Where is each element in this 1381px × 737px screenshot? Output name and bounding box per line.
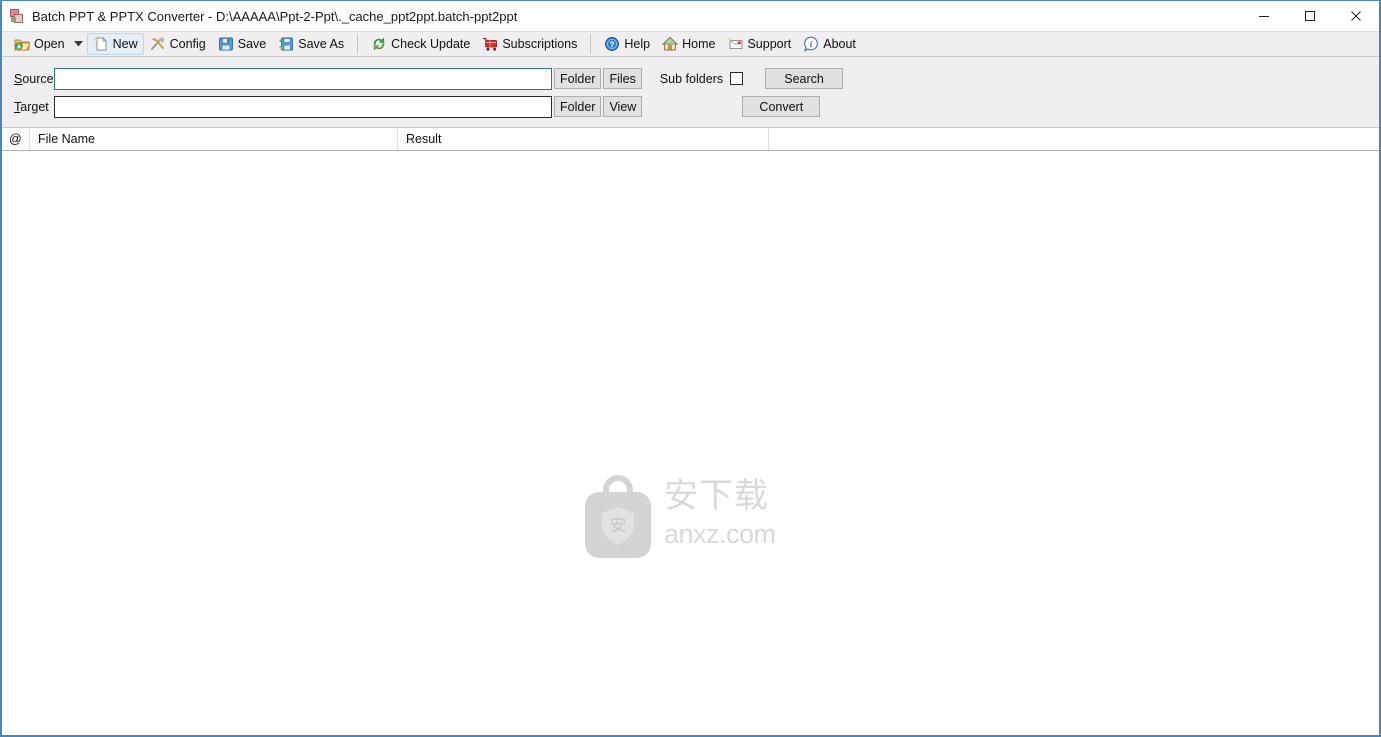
toolbar-button-about[interactable]: i About — [797, 33, 862, 55]
toolbar-label-home: Home — [682, 37, 716, 51]
floppy-disk-icon — [218, 36, 234, 52]
toolbar-button-save-as[interactable]: Save As — [272, 33, 350, 55]
toolbar-separator-2 — [590, 34, 592, 54]
watermark-cn-text: 安下载 — [664, 475, 769, 516]
new-document-icon — [92, 36, 109, 52]
watermark: 安 安下载 anxz.com — [582, 464, 798, 571]
toolbar: Open New Config Save Save As Check Updat… — [2, 31, 1379, 57]
toolbar-button-subscriptions[interactable]: Subscriptions — [476, 33, 583, 55]
toolbar-button-new[interactable]: New — [86, 33, 144, 55]
toolbar-label-save: Save — [237, 37, 267, 51]
source-input[interactable] — [54, 67, 552, 90]
window-title: Batch PPT & PPTX Converter - D:\AAAAA\Pp… — [32, 8, 518, 24]
column-header-file-name[interactable]: File Name — [30, 128, 398, 150]
open-folder-icon — [14, 36, 30, 52]
shopping-cart-icon — [482, 36, 498, 52]
search-button-slot: Search — [765, 68, 844, 89]
sub-folders-label: Sub folders — [659, 71, 724, 86]
toolbar-label-new: New — [112, 37, 138, 51]
toolbar-button-config[interactable]: Config — [144, 33, 212, 55]
file-list-header: @ File Name Result — [2, 128, 1379, 151]
close-icon[interactable] — [1333, 1, 1379, 31]
file-list-body[interactable]: 安 安下载 anxz.com — [2, 151, 1379, 735]
tools-icon — [150, 36, 166, 52]
column-header-at[interactable]: @ — [2, 128, 30, 150]
target-input[interactable] — [54, 95, 552, 118]
target-folder-button[interactable]: Folder — [554, 96, 602, 117]
convert-button-slot: Convert — [742, 96, 821, 117]
convert-button[interactable]: Convert — [742, 96, 821, 117]
sub-folders-checkbox[interactable] — [730, 72, 744, 85]
svg-text:?: ? — [610, 40, 615, 49]
svg-text:安: 安 — [610, 516, 627, 536]
refresh-arrows-icon — [371, 36, 387, 52]
application-window: Batch PPT & PPTX Converter - D:\AAAAA\Pp… — [0, 0, 1381, 737]
toolbar-label-support: Support — [747, 37, 792, 51]
toolbar-label-check-update: Check Update — [391, 37, 471, 51]
toolbar-label-config: Config — [169, 37, 206, 51]
watermark-domain: anxz.com — [664, 518, 776, 549]
help-circle-icon: ? — [604, 36, 620, 52]
title-bar: Batch PPT & PPTX Converter - D:\AAAAA\Pp… — [2, 1, 1379, 31]
toolbar-button-home[interactable]: Home — [656, 33, 721, 55]
source-row: Source Folder Files Sub folders Search — [2, 67, 1379, 90]
toolbar-label-help: Help — [624, 37, 651, 51]
floppy-disk-as-icon — [278, 36, 294, 52]
path-form-panel: Source Folder Files Sub folders Search T… — [2, 57, 1379, 128]
maximize-icon[interactable] — [1287, 1, 1333, 31]
toolbar-label-open: Open — [34, 37, 65, 51]
toolbar-separator-1 — [357, 34, 359, 54]
toolbar-button-open[interactable]: Open — [8, 33, 71, 55]
toolbar-button-support[interactable]: Support — [721, 33, 797, 55]
search-button[interactable]: Search — [765, 68, 844, 89]
target-label: Target — [14, 99, 49, 114]
minimize-icon[interactable] — [1241, 1, 1287, 31]
window-controls — [1241, 1, 1379, 31]
column-header-result[interactable]: Result — [398, 128, 769, 150]
source-folder-button[interactable]: Folder — [554, 68, 602, 89]
target-view-button[interactable]: View — [603, 96, 643, 117]
toolbar-button-check-update[interactable]: Check Update — [365, 33, 476, 55]
open-dropdown-chevron-down-icon[interactable] — [71, 33, 87, 55]
watermark-bag-icon: 安 — [582, 475, 654, 560]
toolbar-label-save-as: Save As — [298, 37, 345, 51]
house-icon — [662, 36, 679, 52]
file-list-area: @ File Name Result 安 安下载 anxz.com — [2, 128, 1379, 735]
envelope-icon — [727, 36, 743, 52]
toolbar-button-save[interactable]: Save — [212, 33, 273, 55]
info-circle-icon: i — [803, 36, 819, 52]
app-icon — [9, 8, 25, 24]
sub-folders-checkbox-wrap[interactable]: Sub folders — [659, 71, 744, 86]
toolbar-label-subscriptions: Subscriptions — [502, 37, 578, 51]
source-label: Source — [14, 71, 54, 86]
toolbar-label-about: About — [823, 37, 856, 51]
source-files-button[interactable]: Files — [603, 68, 642, 89]
toolbar-button-help[interactable]: ? Help — [598, 33, 656, 55]
watermark-text-block: 安下载 anxz.com — [664, 473, 798, 563]
target-row: Target Folder View Convert — [2, 95, 1379, 118]
